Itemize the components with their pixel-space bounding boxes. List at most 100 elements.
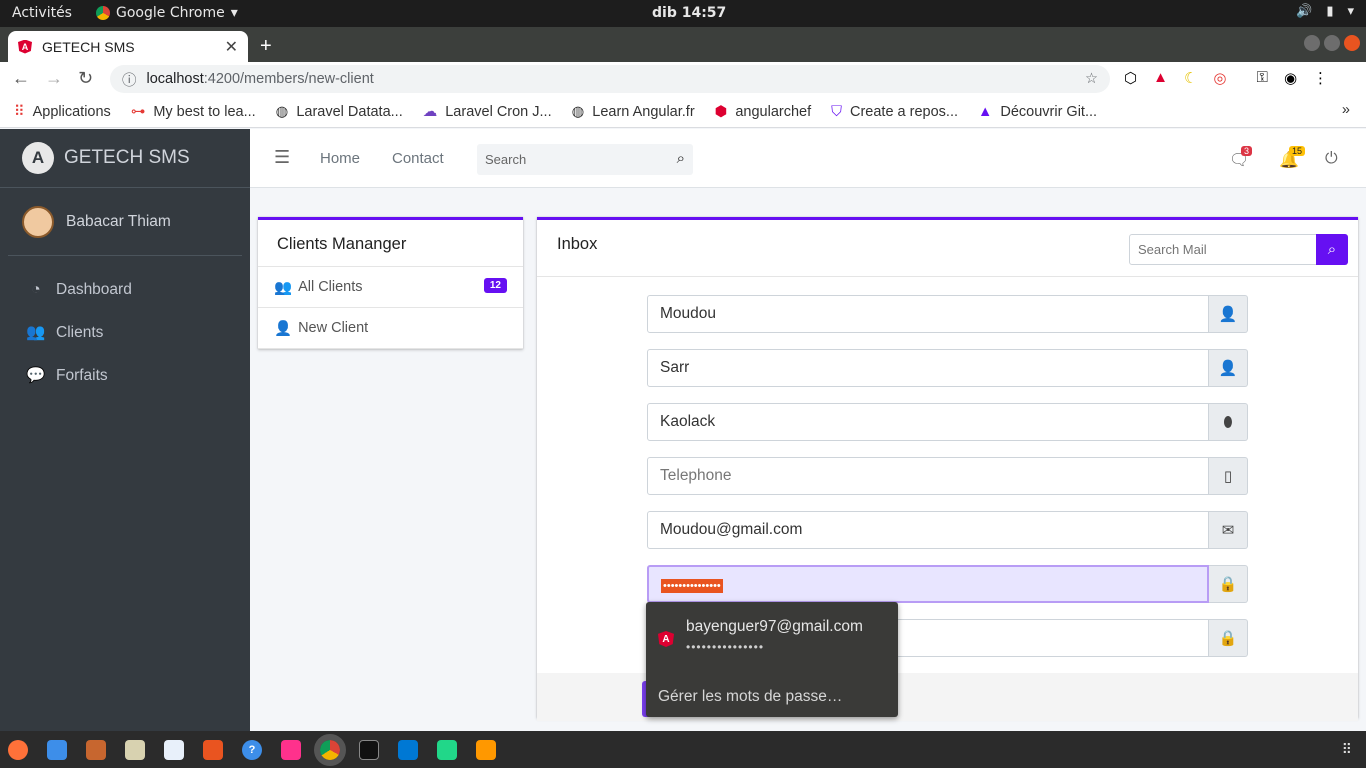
chevron-down-icon: ▾ [230,5,238,21]
reload-icon[interactable]: ↻ [78,68,93,89]
bookmark-item[interactable]: ◍ Laravel Datata... [276,104,403,120]
power-icon[interactable]: ⏻ [1325,150,1338,168]
activities-button[interactable]: Activités [12,5,72,21]
brand-logo-icon: A [22,142,54,174]
clients-manager-card: Clients Mananger 👥 All Clients 12 👤 New … [258,217,523,349]
menu-dots-icon[interactable]: ⋮ [1313,69,1328,87]
user-icon: 👤 [1209,295,1248,333]
close-tab-icon[interactable]: ✕ [225,37,238,57]
browser-tab[interactable]: A GETECH SMS ✕ [8,31,248,62]
sidebar-item-forfaits[interactable]: 💬 Forfaits [0,354,250,397]
tab-title: GETECH SMS [42,38,135,55]
all-clients-label: All Clients [298,279,363,295]
envelope-icon: ✉ [1209,511,1248,549]
show-applications-icon[interactable]: ⠿ [1342,741,1352,758]
thunderbird-icon[interactable] [47,739,67,760]
avatar [22,205,54,238]
bookmark-item[interactable]: ⠿ Applications [14,104,111,120]
bookmark-item[interactable]: ▲ Découvrir Git... [978,104,1097,120]
navbar-search-input[interactable]: Search ⌕ [477,144,693,175]
messages-icon[interactable]: 🗨 3 [1229,146,1253,170]
system-tray[interactable]: 🔊 ▮ ▾ [1296,4,1354,19]
rhythmbox-icon[interactable] [125,739,145,760]
bookmark-item[interactable]: ⬢ angularchef [715,104,811,120]
all-clients-link[interactable]: 👥 All Clients 12 [258,267,523,308]
email-input[interactable]: Moudou@gmail.com [647,511,1209,549]
window-controls [1304,35,1360,51]
vscode-icon[interactable] [398,739,418,760]
manage-passwords-link[interactable]: Gérer les mots de passe… [658,688,842,706]
files-icon[interactable] [86,739,106,760]
address-bar[interactable]: ⓘ localhost:4200/members/new-client ☆ [110,65,1110,93]
app-menu-label: Google Chrome [116,5,225,21]
first-name-field: Moudou 👤 [647,295,1248,333]
forward-arrow-icon[interactable]: → [45,68,63,89]
search-mail-button[interactable]: ⌕ [1316,234,1348,265]
info-icon: ⓘ [122,72,137,89]
nav-contact-link[interactable]: Contact [392,150,444,167]
back-arrow-icon[interactable]: ← [12,68,30,89]
bookmark-label: Applications [32,103,111,120]
address-input[interactable]: Kaolack [647,403,1209,441]
email-field: Moudou@gmail.com ✉ [647,511,1248,549]
saved-credential-item[interactable]: A bayenguer97@gmail.com ••••••••••••••• [658,618,863,654]
sidebar-item-clients[interactable]: 👥 Clients [0,311,250,354]
user-panel[interactable]: Babacar Thiam [8,188,242,256]
maximize-button[interactable] [1324,35,1340,51]
password-value: ••••••••••••••• [661,579,723,593]
os-top-bar: Activités Google Chrome ▾ dib 14:57 🔊 ▮ … [0,0,1366,27]
angular-extension-icon[interactable]: ▲ [1153,69,1168,87]
messages-badge: 3 [1241,146,1253,156]
new-client-link[interactable]: 👤 New Client [258,308,523,349]
password-input[interactable]: ••••••••••••••• [647,565,1209,603]
terminal-icon[interactable] [359,739,379,760]
bookmark-label: Create a repos... [850,103,958,120]
intellij-icon[interactable] [281,739,301,760]
minimize-button[interactable] [1304,35,1320,51]
app-menu[interactable]: Google Chrome ▾ [96,5,238,21]
bell-icon[interactable]: 🔔 15 [1279,146,1306,170]
search-icon[interactable]: ⌕ [677,150,685,167]
dashboard-icon: ◔ [31,280,41,298]
cube-extension-icon[interactable]: ⬡ [1124,69,1137,87]
bookmark-item[interactable]: ⊶ My best to lea... [131,104,256,120]
swirl-extension-icon[interactable]: ◎ [1213,69,1226,87]
profile-avatar[interactable]: ◉ [1284,69,1297,87]
more-bookmarks-icon[interactable]: » [1342,102,1350,118]
hamburger-menu-icon[interactable]: ☰ [274,147,290,168]
bookmark-item[interactable]: ☁ Laravel Cron J... [423,104,552,120]
bookmark-item[interactable]: ◍ Learn Angular.fr [572,104,695,120]
brand-text: GETECH SMS [64,147,190,168]
telephone-field: Telephone ▯ [647,457,1248,495]
ubuntu-dock: ? ⠿ [0,731,1366,768]
key-icon[interactable]: ⚿ [1257,69,1268,87]
firefox-icon[interactable] [8,739,28,760]
sidebar-item-dashboard[interactable]: ◔ Dashboard [0,268,250,311]
close-window-button[interactable] [1344,35,1360,51]
saved-email: bayenguer97@gmail.com [686,618,863,635]
extension-icons: ⬡ ▲ ☾ ◎ ⚿ ◉ ⋮ [1124,69,1328,87]
top-navbar: ☰ Home Contact Search ⌕ 🗨 3 🔔 15 ⏻ [250,129,1366,188]
new-tab-button[interactable]: + [260,35,272,58]
search-mail-input[interactable] [1129,234,1317,265]
chrome-dock-icon[interactable] [314,733,346,766]
lock-icon: 🔒 [1209,565,1248,603]
user-name: Babacar Thiam [66,212,171,230]
software-center-icon[interactable] [203,739,223,760]
bookmark-star-icon[interactable]: ☆ [1085,71,1098,87]
last-name-input[interactable]: Sarr [647,349,1209,387]
telephone-input[interactable]: Telephone [647,457,1209,495]
writer-icon[interactable] [164,739,184,760]
sublime-icon[interactable] [476,739,496,760]
users-icon: 👥 [274,279,293,296]
volume-icon: 🔊 [1296,4,1313,19]
bookmark-item[interactable]: ⛉ Create a repos... [831,104,958,120]
help-icon[interactable]: ? [242,739,262,760]
brand-link[interactable]: A GETECH SMS [0,129,250,188]
nav-home-link[interactable]: Home [320,150,360,167]
bookmark-label: Laravel Cron J... [445,103,552,120]
first-name-input[interactable]: Moudou [647,295,1209,333]
pycharm-icon[interactable] [437,739,457,760]
moon-extension-icon[interactable]: ☾ [1184,69,1197,87]
clock[interactable]: dib 14:57 [652,5,726,21]
